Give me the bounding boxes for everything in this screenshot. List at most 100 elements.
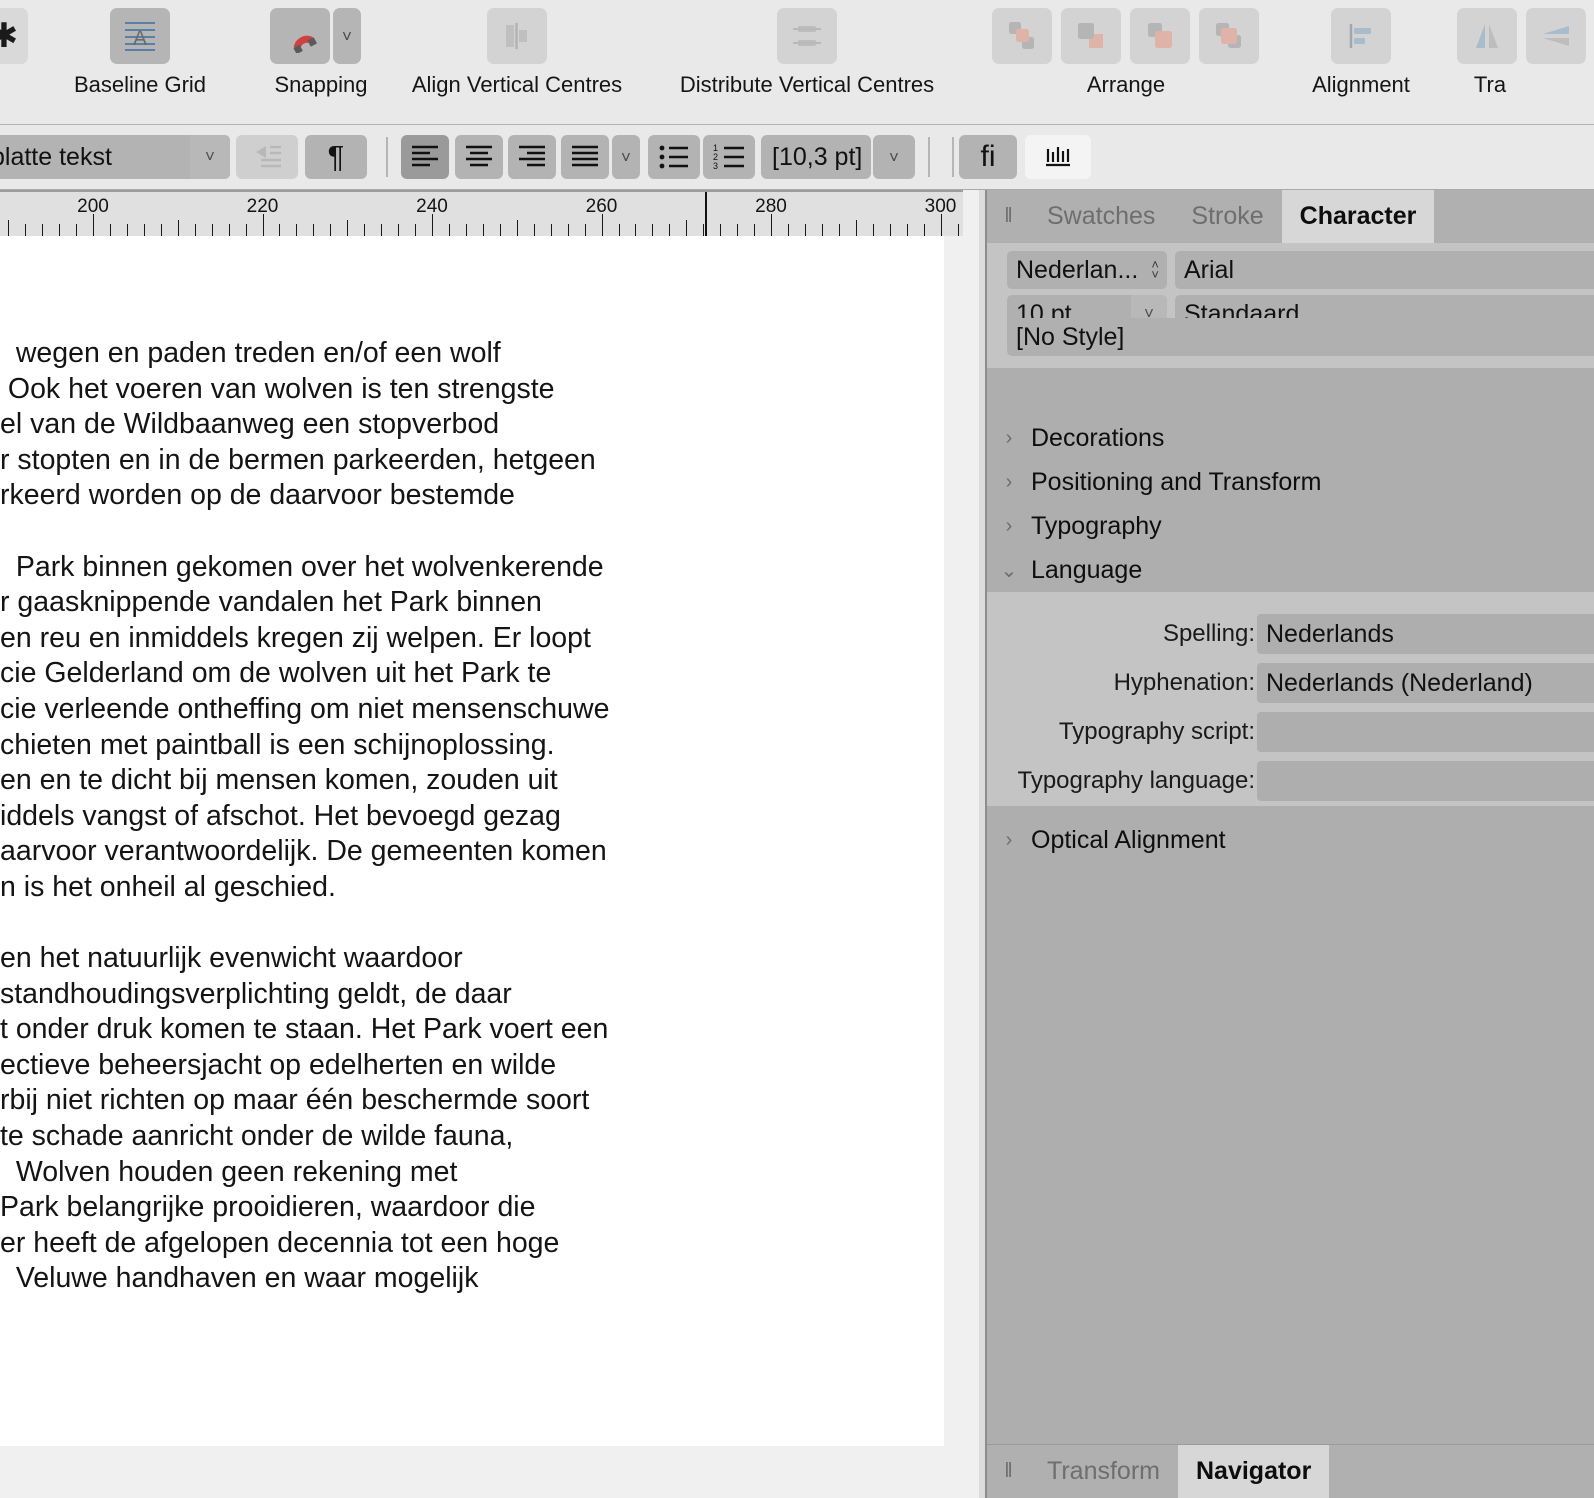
ruler-tick [330,224,332,236]
format-separator-1 [386,137,388,177]
document-paragraph: en het natuurlijk evenwicht waardoor sta… [0,942,609,1295]
ruler-cursor-marker [705,192,707,236]
ligatures-button[interactable]: fi [959,135,1017,179]
align-centre-icon [466,145,492,167]
chevron-right-icon: › [1005,514,1013,537]
hyphenation-row: Hyphenation: Nederlands (Nederland) [987,663,1594,703]
paragraph-style-value: platte tekst [0,142,112,171]
alignment-chevron-down-icon[interactable]: ˅ [612,135,640,179]
typography-script-field[interactable] [1257,712,1594,752]
flip-horizontal-glyph [1476,24,1498,48]
section-decorations-label: Decorations [1031,423,1165,452]
tab-swatches[interactable]: Swatches [1029,190,1173,243]
asterisk-icon[interactable]: ✱ [0,8,28,64]
typography-script-label: Typography script: [1058,718,1255,745]
tab-character[interactable]: Character [1281,190,1435,243]
section-decorations[interactable]: › Decorations [987,416,1594,460]
tab-stroke[interactable]: Stroke [1173,190,1281,243]
ruler-tick [821,224,823,236]
section-optical-alignment[interactable]: › Optical Alignment [987,818,1594,862]
ruler-tick [160,224,162,236]
show-formatting-marks-button[interactable]: ¶ [305,135,367,179]
ruler-tick [923,224,925,236]
document-text-frame[interactable]: wegen en paden treden en/of een wolf Ook… [0,336,944,1333]
move-to-front-icon[interactable] [992,8,1052,64]
document-canvas[interactable]: wegen en paden treden en/of een wolf Ook… [0,236,963,1498]
flip-vertical-icon[interactable] [1526,8,1586,64]
align-centre-button[interactable] [455,135,503,179]
spelling-field[interactable]: Nederlands [1257,614,1594,654]
bullet-list-button[interactable] [648,135,700,179]
ruler-tick [788,224,789,236]
panel-grip-icon[interactable]: ‖ [987,190,1029,243]
ruler-tick [465,224,467,236]
character-fields-zone: Nederlan... ˄ ˅ Arial 10 pt ˅ Standaard [987,243,1594,333]
ruler-tick [347,220,349,236]
ruler-tick [76,224,78,236]
font-family-field[interactable]: Arial [1175,251,1594,289]
leading-field[interactable]: [10,3 pt] [761,135,871,179]
format-separator-3 [952,137,954,177]
leading-chevron-down-icon[interactable]: ˅ [873,135,915,179]
distribute-vertical-centres-icon[interactable] [777,8,837,64]
move-forward-icon[interactable] [1061,8,1121,64]
character-style-field[interactable]: [No Style] [1007,318,1594,356]
language-section-body: Spelling: Nederlands Hyphenation: Nederl… [987,592,1594,806]
text-frame-button[interactable] [1025,135,1091,179]
alignment-icon[interactable] [1331,8,1391,64]
ruler-tick [143,224,145,236]
section-positioning-and-transform[interactable]: › Positioning and Transform [987,460,1594,504]
align-right-button[interactable] [508,135,556,179]
pilcrow-icon: ¶ [327,139,345,174]
bullet-list-icon [659,145,688,169]
align-left-button[interactable] [401,135,449,179]
align-vertical-centres-glyph [506,23,527,49]
paragraph-style-chevron-down-icon[interactable]: ˅ [190,135,230,179]
ruler-tick [838,224,840,236]
language-field[interactable]: Nederlan... ˄ ˅ [1007,251,1167,289]
ruler-tick [754,224,756,236]
ruler-tick [126,224,128,236]
toolbar-group-star: ✱ [0,0,50,124]
move-to-back-icon[interactable] [1199,8,1259,64]
snapping-chevron-down-icon[interactable]: ˅ [333,8,361,64]
document-page[interactable]: wegen en paden treden en/of een wolf Ook… [0,236,944,1446]
ruler-tick [177,220,179,236]
justify-button[interactable] [561,135,609,179]
tab-transform[interactable]: Transform [1029,1445,1178,1498]
section-typography-label: Typography [1031,511,1162,540]
chevron-down-icon: ⌄ [1000,559,1018,582]
section-language[interactable]: ⌄ Language [987,548,1594,592]
paragraph-style-combo[interactable]: platte tekst ˅ [0,135,230,179]
baseline-grid-icon[interactable]: A [110,8,170,64]
ruler-tick [567,224,569,236]
toolbar-label-baseline-grid: Baseline Grid [73,72,207,97]
toolbar-group-snapping: ˅ Snapping [245,0,397,124]
horizontal-ruler[interactable]: 200 220 240 260 280 300 [0,190,963,238]
ruler-tick [279,224,281,236]
numbered-list-button[interactable]: 123 [703,135,755,179]
language-stepper-icon[interactable]: ˄ ˅ [1151,258,1159,281]
section-typography[interactable]: › Typography [987,504,1594,548]
bottom-panel-grip-icon[interactable]: ‖ [987,1445,1029,1498]
flip-horizontal-icon[interactable] [1457,8,1517,64]
move-to-front-glyph [1009,22,1034,49]
ruler-tick [584,224,586,236]
toolbar-label-arrange: Arrange [1086,72,1166,97]
svg-text:A: A [133,27,147,50]
ruler-tick [686,220,688,236]
ruler-tick [957,224,959,236]
section-language-label: Language [1031,555,1143,584]
magnet-icon[interactable] [270,8,330,64]
align-vertical-centres-icon[interactable] [487,8,547,64]
tab-navigator[interactable]: Navigator [1177,1445,1330,1498]
hyphenation-field[interactable]: Nederlands (Nederland) [1257,663,1594,703]
decrease-indent-button[interactable] [236,135,298,179]
ruler-tick [499,224,501,236]
typography-language-row: Typography language: [987,761,1594,801]
typography-language-field[interactable] [1257,761,1594,801]
leading-value: [10,3 pt] [772,142,863,171]
move-backward-icon[interactable] [1130,8,1190,64]
toolbar-label-align-vertical-centres: Align Vertical Centres [411,72,623,97]
ruler-label: 300 [924,196,957,217]
